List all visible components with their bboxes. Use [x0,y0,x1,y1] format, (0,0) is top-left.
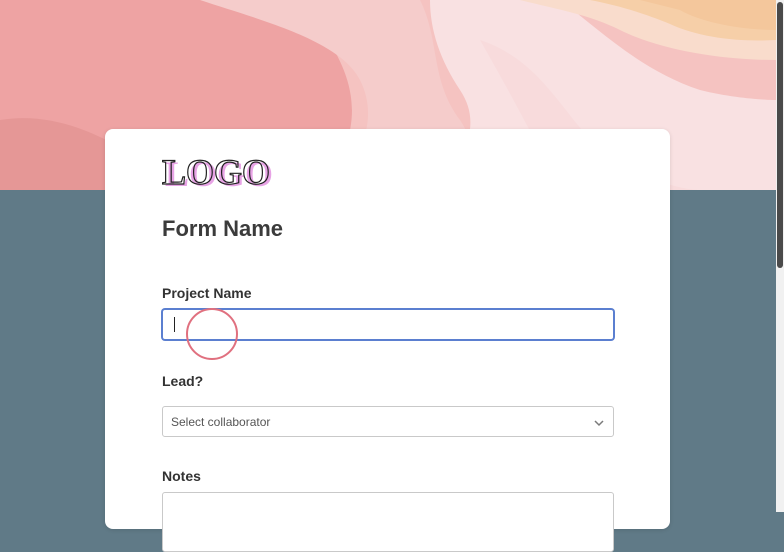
logo-mark: LOGO LOGO [161,151,273,194]
lead-select[interactable]: Select collaborator [162,406,614,437]
scrollbar-thumb[interactable] [777,2,783,268]
lead-select-value: Select collaborator [171,415,271,429]
notes-textarea[interactable] [162,492,614,552]
text-cursor [174,317,175,332]
logo-outline-text: LOGO [162,155,270,191]
page-scrollbar[interactable] [776,0,784,512]
form-title: Form Name [162,216,284,241]
lead-label: Lead? [162,373,204,389]
form-card: LOGO LOGO Form Name Project Name Lead? S… [105,129,670,552]
logo: LOGO LOGO [161,151,284,196]
chevron-down-icon [593,416,605,434]
project-name-input[interactable] [162,309,614,340]
project-name-label: Project Name [162,285,252,301]
notes-label: Notes [162,468,201,484]
